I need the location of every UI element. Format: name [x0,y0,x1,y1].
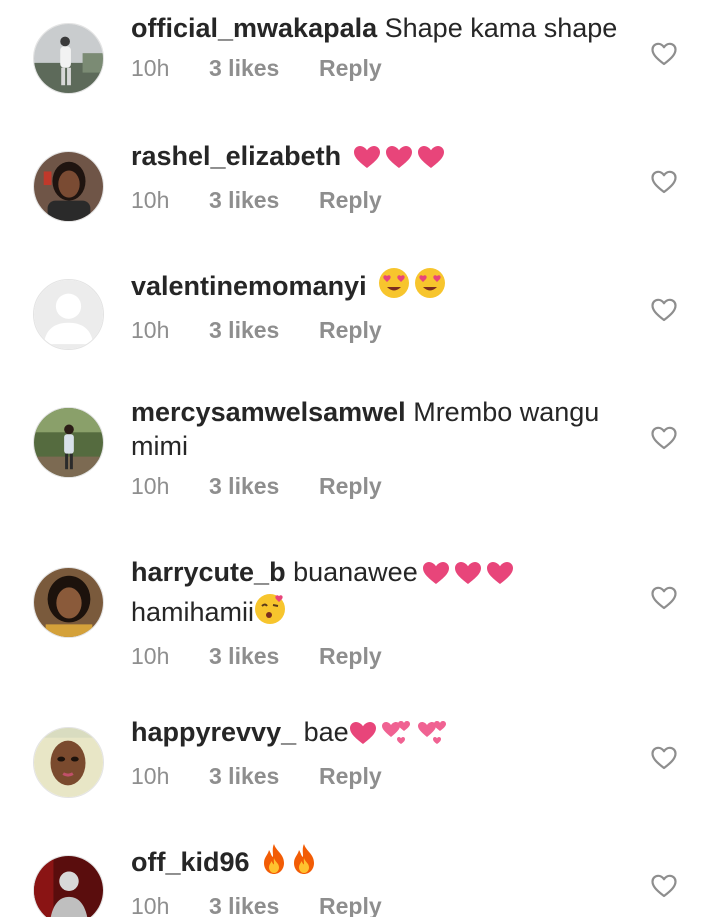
reply-button[interactable]: Reply [319,642,382,670]
comment-username[interactable]: harrycute_b [131,557,286,587]
comment-body: harrycute_b buanawee hamihamii 10h 3 like… [131,555,631,670]
fire-icon [291,843,317,883]
avatar[interactable] [33,855,104,917]
two-hearts-icon [381,717,413,753]
comments-feed: official_mwakapala Shape kama shape 10h 3… [0,0,720,917]
avatar-photo [34,728,103,797]
comment-body: rashel_elizabeth 10h 3 likes Reply [131,139,631,214]
fire-icon [261,843,287,883]
comment-username[interactable]: rashel_elizabeth [131,141,341,171]
pink-heart-icon [385,143,413,177]
reply-button[interactable]: Reply [319,472,382,500]
comment-time: 10h [131,55,170,81]
like-heart-icon[interactable] [651,874,677,898]
comment-body: off_kid96 10h 3 likes Reply [131,843,631,917]
like-heart-icon[interactable] [651,746,677,770]
comment-body: happyrevvy_ bae 10h 3 likes Reply [131,715,631,790]
comment-body: official_mwakapala Shape kama shape 10h 3… [131,11,631,82]
avatar[interactable] [33,279,104,350]
comment-message: bae [303,717,349,747]
comment-text: off_kid96 [131,843,631,883]
comment-meta: 10h 3 likes Reply [131,472,631,500]
comment-username[interactable]: valentinemomanyi [131,271,367,301]
comment-body: valentinemomanyi 10h 3 likes Reply [131,267,631,344]
comment-username[interactable]: official_mwakapala [131,13,377,43]
heart-eyes-face-icon [378,267,410,307]
comment-text: rashel_elizabeth [131,139,631,177]
comment-body: mercysamwelsamwel Mrembo wangu mimi 10h 3… [131,395,631,500]
comment-time: 10h [131,763,170,789]
reply-button[interactable]: Reply [319,892,382,917]
default-profile-icon [34,280,103,349]
comment-likes[interactable]: 3 likes [209,642,319,670]
pink-heart-icon [349,719,377,753]
comment-username[interactable]: off_kid96 [131,847,250,877]
comment-likes[interactable]: 3 likes [209,892,319,917]
reply-button[interactable]: Reply [319,54,382,82]
avatar-photo [34,24,103,93]
comment-username[interactable]: mercysamwelsamwel [131,397,406,427]
comment-likes[interactable]: 3 likes [209,472,319,500]
comment-text: valentinemomanyi [131,267,631,307]
pink-heart-icon [422,559,450,593]
heart-eyes-face-icon [414,267,446,307]
comment-meta: 10h 3 likes Reply [131,316,631,344]
comment-message-line2: hamihamii [131,597,255,627]
avatar[interactable] [33,727,104,798]
like-heart-icon[interactable] [651,42,677,66]
comment-meta: 10h 3 likes Reply [131,762,631,790]
avatar-photo [34,568,103,637]
comment-message: buanawee [293,557,418,587]
like-heart-icon[interactable] [651,586,677,610]
reply-button[interactable]: Reply [319,316,382,344]
comment-meta: 10h 3 likes Reply [131,186,631,214]
pink-heart-icon [353,143,381,177]
pink-heart-icon [417,143,445,177]
kissing-heart-face-icon [254,593,286,633]
avatar-photo [34,152,103,221]
comment-time: 10h [131,643,170,669]
two-hearts-icon [417,717,449,753]
comment-text: official_mwakapala Shape kama shape [131,11,631,45]
comment-text: harrycute_b buanawee hamihamii [131,555,631,633]
comment-likes[interactable]: 3 likes [209,186,319,214]
comment-text: happyrevvy_ bae [131,715,631,753]
comment-time: 10h [131,187,170,213]
comment-meta: 10h 3 likes Reply [131,892,631,917]
comment-meta: 10h 3 likes Reply [131,54,631,82]
reply-button[interactable]: Reply [319,762,382,790]
comment-likes[interactable]: 3 likes [209,762,319,790]
comment-message: Shape kama shape [384,13,618,43]
comment-username[interactable]: happyrevvy_ [131,717,296,747]
pink-heart-icon [454,559,482,593]
reply-button[interactable]: Reply [319,186,382,214]
comment-time: 10h [131,317,170,343]
avatar[interactable] [33,151,104,222]
comment-meta: 10h 3 likes Reply [131,642,631,670]
avatar[interactable] [33,23,104,94]
pink-heart-icon [486,559,514,593]
avatar-photo [34,856,103,917]
like-heart-icon[interactable] [651,170,677,194]
avatar[interactable] [33,407,104,478]
comment-likes[interactable]: 3 likes [209,316,319,344]
like-heart-icon[interactable] [651,298,677,322]
comment-likes[interactable]: 3 likes [209,54,319,82]
avatar-photo [34,408,103,477]
avatar[interactable] [33,567,104,638]
like-heart-icon[interactable] [651,426,677,450]
comment-time: 10h [131,473,170,499]
comment-text: mercysamwelsamwel Mrembo wangu mimi [131,395,631,463]
comment-time: 10h [131,893,170,917]
